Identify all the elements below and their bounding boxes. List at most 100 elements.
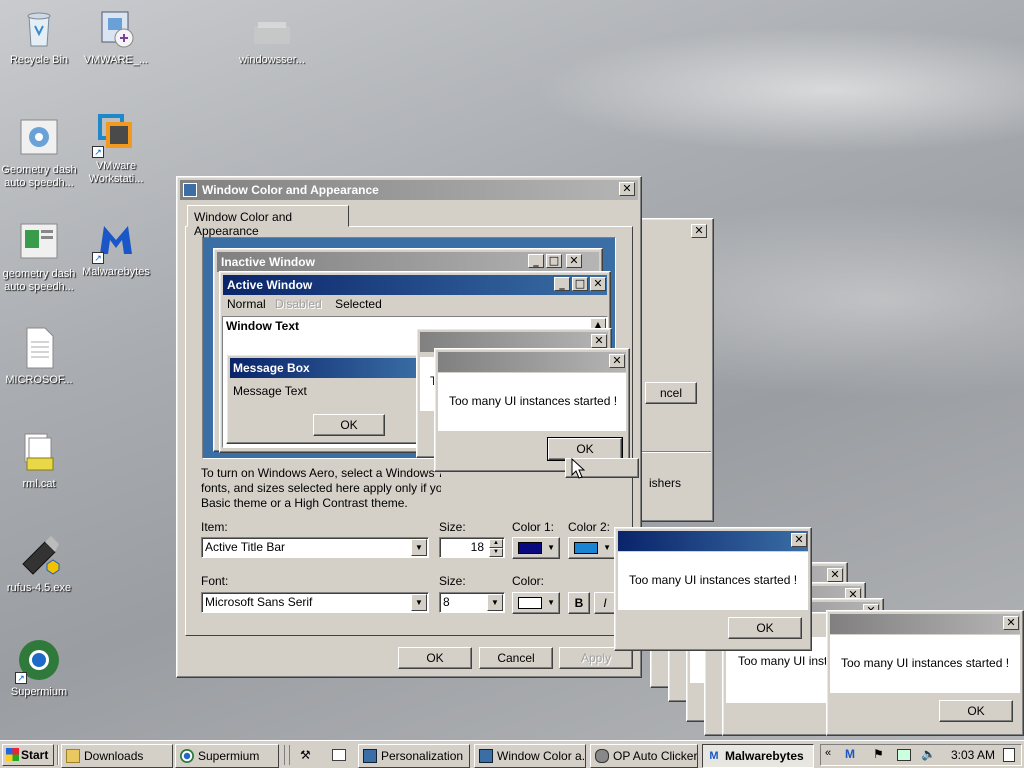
quicklaunch-window-icon[interactable] bbox=[332, 749, 346, 761]
error-title-bar[interactable] bbox=[830, 614, 1020, 634]
desktop-icon-label: VMware Workstati... bbox=[88, 160, 144, 185]
desktop-icon-malwarebytes[interactable]: ↗ Malwarebytes bbox=[77, 218, 155, 279]
error-dialog: ✕ Too many UI instances started ! OK bbox=[434, 348, 630, 472]
ok-button[interactable]: OK bbox=[398, 647, 472, 669]
close-button[interactable]: ✕ bbox=[827, 568, 843, 582]
desktop-icon-geometry-dash-1[interactable]: Geometry dash auto speedh... bbox=[0, 116, 78, 190]
taskbar-separator bbox=[284, 745, 290, 765]
color2-swatch bbox=[574, 542, 598, 554]
desktop-icon[interactable] bbox=[1003, 748, 1015, 762]
preview-menu: Normal Disabled Selected bbox=[224, 297, 382, 313]
taskbar-item-downloads[interactable]: Downloads bbox=[61, 744, 173, 768]
taskbar-item-label: Window Color a... bbox=[497, 749, 586, 763]
background-dialog: ✕ ncel ishers bbox=[636, 218, 714, 522]
browser-icon: ↗ bbox=[15, 638, 61, 684]
quicklaunch-tool-icon[interactable]: ⚒ bbox=[300, 748, 316, 762]
start-button[interactable]: Start bbox=[2, 744, 54, 766]
volume-icon[interactable]: 🔈 bbox=[921, 747, 936, 761]
tab-window-color-appearance[interactable]: Window Color and Appearance bbox=[187, 205, 349, 238]
error-ok-button[interactable]: OK bbox=[728, 617, 802, 639]
shortcut-arrow-icon: ↗ bbox=[92, 146, 104, 158]
taskbar-item-personalization[interactable]: Personalization bbox=[358, 744, 470, 768]
network-icon[interactable] bbox=[897, 749, 911, 761]
error-title-bar[interactable] bbox=[618, 531, 808, 551]
taskbar-item-supermium[interactable]: Supermium bbox=[175, 744, 279, 768]
color1-picker[interactable]: ▼ bbox=[512, 537, 560, 559]
item-dropdown[interactable]: Active Title Bar ▼ bbox=[201, 537, 429, 558]
desktop-icon-label: windowsser... bbox=[238, 54, 306, 66]
desktop-icon-rml-cat[interactable]: rml.cat bbox=[0, 430, 78, 491]
font-color-picker[interactable]: ▼ bbox=[512, 592, 560, 614]
desktop-icon-rufus[interactable]: rufus-4.5.exe bbox=[0, 534, 78, 595]
desktop-icon-label: MICROSOF... bbox=[5, 374, 73, 386]
malwarebytes-tray-icon[interactable]: M bbox=[845, 747, 855, 761]
taskbar: Start Downloads Supermium ⚒ Personalizat… bbox=[0, 740, 1024, 768]
desktop-icon-vmware-installer[interactable]: VMWARE_... bbox=[77, 6, 155, 67]
taskbar-item-label: Malwarebytes bbox=[725, 749, 804, 763]
malwarebytes-icon: M bbox=[709, 750, 719, 762]
close-button[interactable]: ✕ bbox=[619, 182, 635, 196]
start-label: Start bbox=[21, 748, 49, 762]
color2-label: Color 2: bbox=[568, 520, 611, 534]
close-button[interactable]: ✕ bbox=[591, 334, 607, 348]
desktop-icon-supermium[interactable]: ↗ Supermium bbox=[0, 638, 78, 699]
bold-button[interactable]: B bbox=[568, 592, 590, 614]
font-size-dropdown[interactable]: 8 ▼ bbox=[439, 592, 505, 613]
cancel-button-partial[interactable]: ncel bbox=[645, 382, 697, 404]
size-stepper[interactable]: 18 ▲ ▼ bbox=[439, 537, 505, 558]
close-button[interactable]: ✕ bbox=[1003, 616, 1019, 630]
desktop-icon-geometry-dash-2[interactable]: geometry dash auto speedh... bbox=[0, 220, 78, 294]
chevron-down-icon: ▼ bbox=[547, 598, 555, 607]
shortcut-arrow-icon: ↗ bbox=[15, 672, 27, 684]
close-button[interactable]: ✕ bbox=[609, 354, 625, 368]
size-value: 18 bbox=[470, 540, 484, 554]
preview-close-icon: ✕ bbox=[566, 254, 582, 268]
taskbar-item-op-auto-clicker[interactable]: OP Auto Clicker... bbox=[590, 744, 698, 768]
personalization-icon bbox=[363, 749, 377, 763]
error-ok-button[interactable]: OK bbox=[939, 700, 1013, 722]
description-line: To turn on Windows Aero, select a Window… bbox=[201, 466, 441, 480]
taskbar-item-window-color[interactable]: Window Color a... bbox=[474, 744, 586, 768]
error-title-bar[interactable] bbox=[438, 352, 626, 372]
close-button[interactable]: ✕ bbox=[791, 533, 807, 547]
cancel-button[interactable]: Cancel bbox=[479, 647, 553, 669]
preview-menu-disabled: Disabled bbox=[275, 297, 322, 311]
error-message-text: Too many UI instances started ! bbox=[629, 573, 798, 587]
desktop-icon-label: VMWARE_... bbox=[83, 54, 149, 66]
font-dropdown[interactable]: Microsoft Sans Serif ▼ bbox=[201, 592, 429, 613]
item-dropdown-value: Active Title Bar bbox=[205, 540, 286, 554]
error-message-area: Too many UI instances started ! bbox=[438, 373, 626, 431]
browser-icon bbox=[180, 749, 194, 763]
dialog-title-bar[interactable]: Window Color and Appearance bbox=[180, 180, 638, 200]
desktop-icon-label: Malwarebytes bbox=[82, 266, 150, 278]
spin-down-icon[interactable]: ▼ bbox=[489, 548, 503, 557]
error-dialog-active: ✕ Too many UI instances started ! OK bbox=[614, 527, 812, 651]
error-dialog-bottom-right: ✕ Too many UI instances started ! OK bbox=[826, 610, 1024, 736]
color2-picker[interactable]: ▼ bbox=[568, 537, 616, 559]
desktop-icon-windowsser[interactable]: windowsser... bbox=[233, 6, 311, 67]
system-tray: « M ⚑ 🔈 3:03 AM bbox=[820, 744, 1022, 766]
chevron-down-icon[interactable]: ▼ bbox=[487, 594, 503, 611]
taskbar-item-malwarebytes[interactable]: M Malwarebytes bbox=[702, 744, 814, 768]
desktop-icon-recycle-bin[interactable]: Recycle Bin bbox=[0, 6, 78, 67]
font-size-value: 8 bbox=[443, 595, 450, 609]
preview-maximize-icon: □ bbox=[546, 254, 562, 268]
chevron-down-icon[interactable]: ▼ bbox=[411, 539, 427, 556]
flag-icon[interactable]: ⚑ bbox=[873, 747, 884, 761]
preview-menu-normal: Normal bbox=[227, 297, 266, 311]
italic-button[interactable]: I bbox=[594, 592, 616, 614]
document-icon bbox=[17, 326, 61, 370]
preview-window-text: Window Text bbox=[226, 319, 299, 333]
close-button[interactable]: ✕ bbox=[691, 224, 707, 238]
preview-close-icon: ✕ bbox=[590, 277, 606, 291]
desktop-icon-microsoft[interactable]: MICROSOF... bbox=[0, 326, 78, 387]
preview-minimize-icon: _ bbox=[528, 254, 544, 268]
chevron-down-icon[interactable]: ▼ bbox=[411, 594, 427, 611]
taskbar-item-label: Supermium bbox=[198, 749, 260, 763]
desktop-icon-vmware-workstation[interactable]: ↗ VMware Workstati... bbox=[77, 112, 155, 186]
clock[interactable]: 3:03 AM bbox=[951, 748, 995, 762]
spin-up-icon[interactable]: ▲ bbox=[489, 539, 503, 548]
description-line: Basic theme or a High Contrast theme. bbox=[201, 496, 408, 510]
tray-expand-icon[interactable]: « bbox=[825, 747, 831, 759]
error-ok-button[interactable]: OK bbox=[547, 437, 623, 461]
